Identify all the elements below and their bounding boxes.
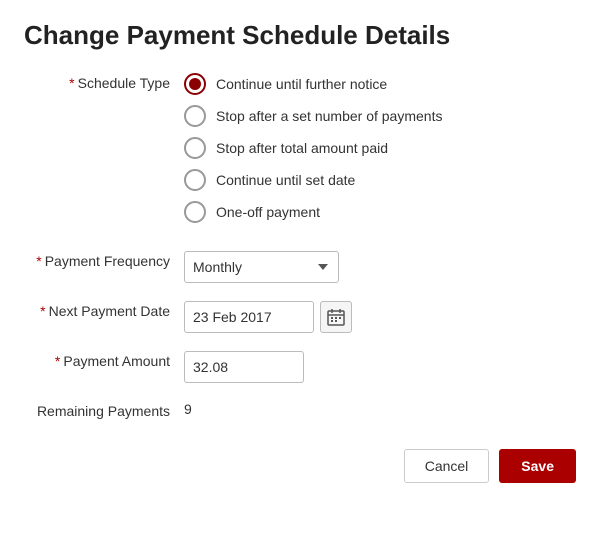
remaining-payments-control: 9 [184, 401, 576, 419]
radio-inner-continue [189, 78, 201, 90]
required-star-frequency: * [36, 253, 41, 269]
radio-one-off[interactable]: One-off payment [184, 201, 576, 223]
next-payment-date-input[interactable] [184, 301, 314, 333]
date-row [184, 301, 576, 333]
page-title: Change Payment Schedule Details [24, 20, 576, 51]
payment-amount-control [184, 351, 576, 383]
radio-stop-after-payments[interactable]: Stop after a set number of payments [184, 105, 576, 127]
save-button[interactable]: Save [499, 449, 576, 483]
next-payment-date-row: *Next Payment Date [24, 301, 576, 333]
radio-label-one-off: One-off payment [216, 204, 320, 220]
radio-circle-continue-date [184, 169, 206, 191]
next-payment-date-control [184, 301, 576, 333]
required-star-date: * [40, 303, 45, 319]
payment-frequency-select[interactable]: Monthly Weekly Fortnightly Quarterly Ann… [184, 251, 339, 283]
schedule-type-options: Continue until further notice Stop after… [184, 73, 576, 233]
payment-frequency-row: *Payment Frequency Monthly Weekly Fortni… [24, 251, 576, 283]
schedule-type-label: *Schedule Type [24, 73, 184, 91]
payment-amount-label: *Payment Amount [24, 351, 184, 369]
radio-label-stop-total: Stop after total amount paid [216, 140, 388, 156]
calendar-icon-button[interactable] [320, 301, 352, 333]
required-star-schedule: * [69, 75, 74, 91]
radio-circle-continue [184, 73, 206, 95]
remaining-payments-label: Remaining Payments [24, 401, 184, 419]
payment-amount-input[interactable] [184, 351, 304, 383]
radio-continue-until-date[interactable]: Continue until set date [184, 169, 576, 191]
radio-continue-until-notice[interactable]: Continue until further notice [184, 73, 576, 95]
next-payment-date-label: *Next Payment Date [24, 301, 184, 319]
radio-circle-stop-payments [184, 105, 206, 127]
schedule-type-row: *Schedule Type Continue until further no… [24, 73, 576, 233]
remaining-payments-value: 9 [184, 399, 192, 417]
payment-frequency-label: *Payment Frequency [24, 251, 184, 269]
radio-label-stop-payments: Stop after a set number of payments [216, 108, 442, 124]
radio-circle-one-off [184, 201, 206, 223]
remaining-payments-row: Remaining Payments 9 [24, 401, 576, 419]
payment-amount-row: *Payment Amount [24, 351, 576, 383]
radio-circle-stop-total [184, 137, 206, 159]
payment-frequency-control: Monthly Weekly Fortnightly Quarterly Ann… [184, 251, 576, 283]
radio-label-continue-date: Continue until set date [216, 172, 355, 188]
radio-stop-after-total[interactable]: Stop after total amount paid [184, 137, 576, 159]
calendar-icon [327, 308, 345, 326]
required-star-amount: * [55, 353, 60, 369]
radio-label-continue: Continue until further notice [216, 76, 387, 92]
cancel-button[interactable]: Cancel [404, 449, 490, 483]
button-row: Cancel Save [24, 449, 576, 483]
